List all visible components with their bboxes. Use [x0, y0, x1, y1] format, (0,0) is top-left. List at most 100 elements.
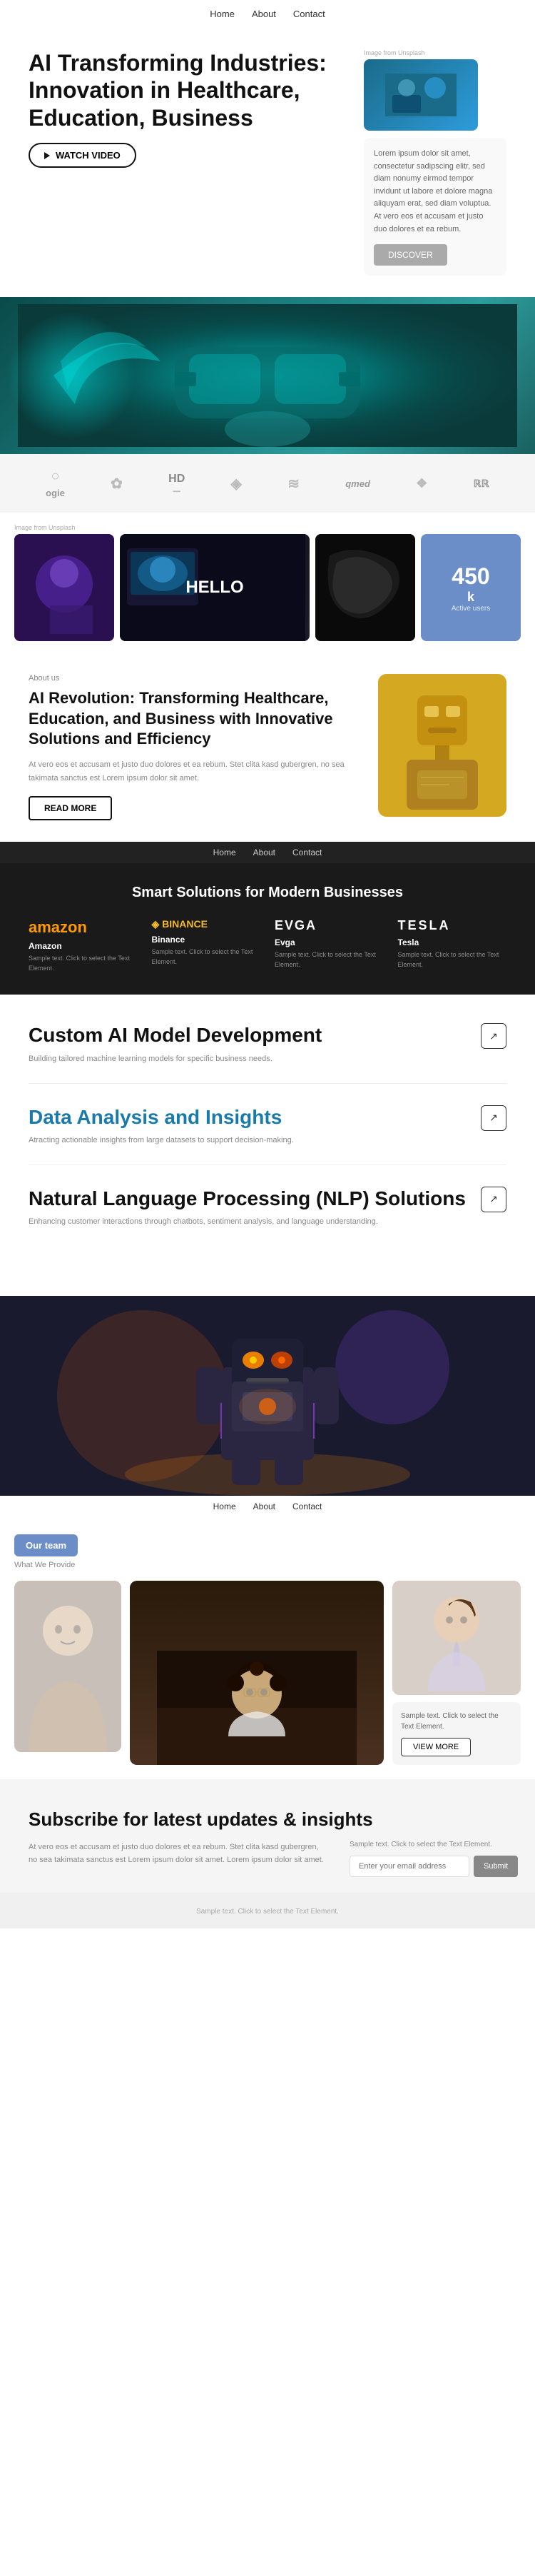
dark-nav-contact[interactable]: Contact	[292, 847, 322, 857]
subscribe-content: At vero eos et accusam et justo duo dolo…	[29, 1841, 506, 1878]
active-label: Active users	[452, 605, 490, 613]
subscribe-button[interactable]: Submit	[474, 1856, 518, 1877]
arrow-icon-1: ↗	[489, 1030, 498, 1042]
image-grid: HELLO 450k Active users	[14, 534, 521, 641]
subscribe-title: Subscribe for latest updates & insights	[29, 1808, 506, 1832]
hero-title: AI Transforming Industries: Innovation i…	[29, 49, 350, 131]
watch-video-button[interactable]: WATCH VIDEO	[29, 143, 136, 168]
nav-home[interactable]: Home	[210, 9, 235, 19]
hero-image	[364, 59, 478, 131]
robot-scene-svg	[0, 1296, 535, 1496]
email-row: Submit	[350, 1856, 506, 1877]
team-right-text: Sample text. Click to select the Text El…	[401, 1711, 512, 1732]
team-sub: What We Provide	[14, 1561, 521, 1569]
logo-rr: ℝℝ	[474, 478, 489, 490]
nav-contact[interactable]: Contact	[293, 9, 325, 19]
service-title-1: Custom AI Model Development	[29, 1023, 467, 1047]
services-section: Custom AI Model Development Building tai…	[0, 995, 535, 1296]
dark-nav-home[interactable]: Home	[213, 847, 236, 857]
amazon-logo: amazon	[29, 918, 138, 937]
subscribe-desc: At vero eos et accusam et justo duo dolo…	[29, 1841, 328, 1867]
vr-splash	[0, 297, 143, 454]
team-nav-home[interactable]: Home	[213, 1501, 236, 1511]
logo-diamond: ◈	[231, 475, 242, 493]
arrow-icon-2: ↗	[489, 1112, 498, 1124]
view-more-button[interactable]: VIEW MORE	[401, 1738, 471, 1756]
nav-about[interactable]: About	[252, 9, 276, 19]
service-item-2: Data Analysis and Insights Atracting act…	[29, 1105, 506, 1165]
watch-label: WATCH VIDEO	[56, 150, 121, 161]
subscribe-left: At vero eos et accusam et justo duo dolo…	[29, 1841, 328, 1878]
image-caption: Image from Unsplash	[364, 49, 506, 56]
tesla-name: Tesla	[398, 937, 507, 947]
team-member-1	[14, 1581, 121, 1752]
partners-section: Smart Solutions for Modern Businesses am…	[0, 863, 535, 995]
service-content-3: Natural Language Processing (NLP) Soluti…	[29, 1187, 481, 1229]
person-svg-1	[14, 1581, 121, 1752]
team-right: Sample text. Click to select the Text El…	[392, 1581, 521, 1765]
team-tag: Our team	[14, 1534, 78, 1556]
hero-image-svg	[385, 74, 457, 116]
hero-desc: Lorem ipsum dolor sit amet, consectetur …	[374, 148, 496, 236]
logo-flower: ✿	[111, 475, 123, 493]
partner-amazon: amazon Amazon Sample text. Click to sele…	[29, 918, 138, 973]
service-content-2: Data Analysis and Insights Atracting act…	[29, 1105, 481, 1147]
robot-section	[0, 1296, 535, 1496]
service-desc-2: Atracting actionable insights from large…	[29, 1134, 467, 1147]
partners-grid: amazon Amazon Sample text. Click to sele…	[29, 918, 506, 973]
email-input[interactable]	[350, 1856, 469, 1877]
vr-banner	[0, 297, 535, 454]
amazon-desc: Sample text. Click to select the Text El…	[29, 954, 138, 973]
hero-section: AI Transforming Industries: Innovation i…	[0, 28, 535, 297]
team-nav: Home About Contact	[0, 1496, 535, 1511]
image-grid-section: Image from Unsplash HELLO	[0, 513, 535, 653]
read-more-button[interactable]: READ MORE	[29, 796, 112, 820]
about-robot-svg	[378, 674, 506, 817]
team-text-box: Sample text. Click to select the Text El…	[392, 1702, 521, 1765]
grid-image-1	[14, 534, 114, 641]
binance-name: Binance	[152, 935, 261, 945]
logo-hd: HD ━━	[168, 473, 185, 495]
active-k: k	[467, 590, 474, 605]
dark-nav-about[interactable]: About	[253, 847, 275, 857]
partners-title: Smart Solutions for Modern Businesses	[29, 885, 506, 901]
hero-right: Image from Unsplash Lorem ipsum dolor si…	[364, 49, 506, 276]
grid-image-2: HELLO	[120, 534, 310, 641]
service-arrow-3[interactable]: ↗	[481, 1187, 506, 1212]
person-svg-3	[392, 1581, 521, 1695]
partner-binance: ◈ BINANCE Binance Sample text. Click to …	[152, 918, 261, 973]
service-arrow-2[interactable]: ↗	[481, 1105, 506, 1131]
service-desc-1: Building tailored machine learning model…	[29, 1053, 467, 1066]
service-title-2: Data Analysis and Insights	[29, 1105, 467, 1129]
team-member-3	[392, 1581, 521, 1695]
team-nav-about[interactable]: About	[253, 1501, 275, 1511]
person-svg-2	[157, 1651, 357, 1765]
subscribe-right-text: Sample text. Click to select the Text El…	[350, 1841, 506, 1848]
arrow-icon-3: ↗	[489, 1193, 498, 1205]
evga-logo: EVGA	[275, 918, 384, 933]
logo-wave: ≋	[287, 475, 300, 493]
about-section: About us AI Revolution: Transforming Hea…	[0, 653, 535, 842]
evga-desc: Sample text. Click to select the Text El…	[275, 950, 384, 970]
logos-bar: ○ ogie ✿ HD ━━ ◈ ≋ qmed ❖ ℝℝ	[0, 454, 535, 513]
play-icon	[44, 152, 50, 159]
tesla-desc: Sample text. Click to select the Text El…	[398, 950, 507, 970]
team-center	[130, 1581, 384, 1765]
main-nav: Home About Contact	[0, 0, 535, 28]
hero-desc-box: Lorem ipsum dolor sit amet, consectetur …	[364, 138, 506, 276]
team-nav-contact[interactable]: Contact	[292, 1501, 322, 1511]
grid-image-3	[315, 534, 415, 641]
partner-evga: EVGA Evga Sample text. Click to select t…	[275, 918, 384, 973]
service-content-1: Custom AI Model Development Building tai…	[29, 1023, 481, 1065]
about-title: AI Revolution: Transforming Healthcare, …	[29, 688, 357, 750]
subscribe-right: Sample text. Click to select the Text El…	[350, 1841, 506, 1877]
hero-left: AI Transforming Industries: Innovation i…	[29, 49, 350, 179]
logo-ogie: ○ ogie	[46, 468, 65, 498]
team-grid: Sample text. Click to select the Text El…	[14, 1581, 521, 1765]
footer: Sample text. Click to select the Text El…	[0, 1893, 535, 1928]
team-section: Home About Contact Our team What We Prov…	[0, 1496, 535, 1779]
logo-qmed: qmed	[345, 478, 370, 489]
service-arrow-1[interactable]: ↗	[481, 1023, 506, 1049]
dark-nav: Home About Contact	[0, 842, 535, 863]
discover-button[interactable]: DISCOVER	[374, 244, 447, 266]
